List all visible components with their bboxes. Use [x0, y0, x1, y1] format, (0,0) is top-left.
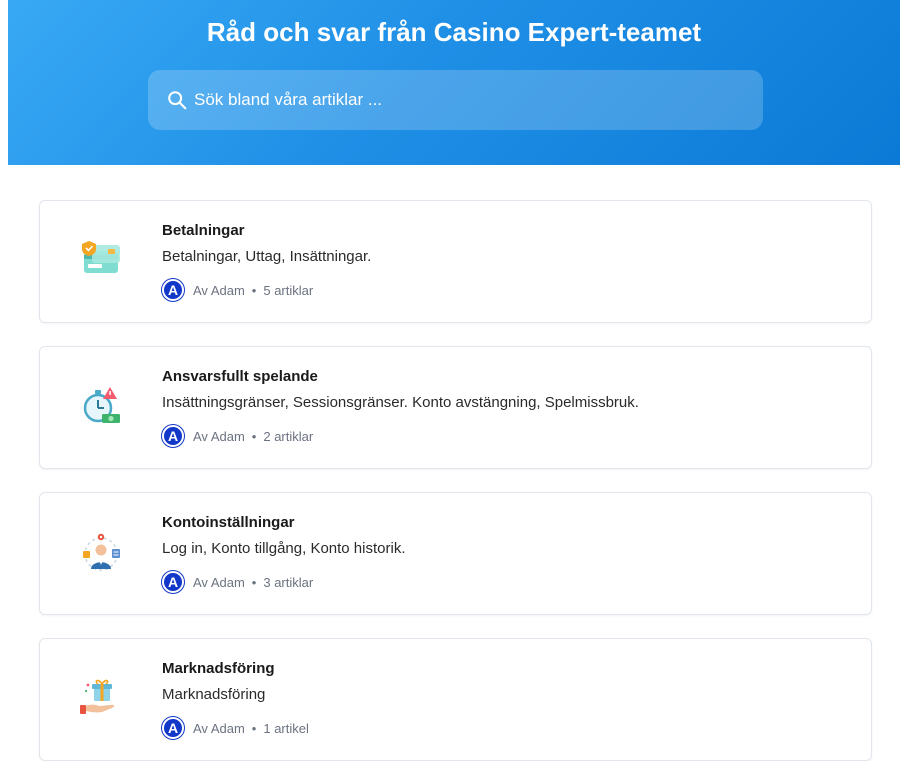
stopwatch-money-icon [83, 387, 120, 423]
meta-separator: • [251, 720, 257, 736]
article-count: 3 artiklar [263, 574, 314, 590]
category-description: Insättningsgränser, Sessionsgränser. Kon… [162, 394, 639, 411]
article-count: 5 artiklar [263, 282, 314, 298]
meta-separator: • [251, 282, 257, 298]
author-name: Av Adam [193, 574, 245, 590]
avatar: A [162, 425, 184, 447]
search-placeholder: Sök bland våra artiklar ... [194, 90, 383, 109]
avatar: A [162, 571, 184, 593]
page-title: Råd och svar från Casino Expert-teamet [206, 17, 702, 47]
category-description: Betalningar, Uttag, Insättningar. [162, 248, 372, 265]
search-input[interactable]: Sök bland våra artiklar ... [148, 70, 763, 130]
category-card-marknadsforing[interactable]: Marknadsföring Marknadsföring A Av Adam … [39, 638, 872, 761]
payment-card-icon [82, 241, 120, 273]
category-title[interactable]: Ansvarsfullt spelande [162, 368, 318, 385]
search-icon [168, 91, 187, 110]
category-description: Log in, Konto tillgång, Konto historik. [162, 540, 406, 557]
category-card-kontoinstallningar[interactable]: Kontoinställningar Log in, Konto tillgån… [39, 492, 872, 615]
article-count: 1 artikel [263, 720, 309, 736]
category-meta: A Av Adam • 1 artikel [162, 717, 309, 739]
category-title[interactable]: Marknadsföring [162, 660, 275, 677]
category-meta: A Av Adam • 5 artiklar [162, 279, 313, 301]
hero-header: Råd och svar från Casino Expert-teamet S… [8, 0, 900, 165]
user-settings-icon [83, 533, 120, 571]
category-meta: A Av Adam • 3 artiklar [162, 571, 313, 593]
author-name: Av Adam [193, 282, 245, 298]
author-name: Av Adam [193, 720, 245, 736]
category-title[interactable]: Betalningar [162, 222, 245, 239]
category-meta: A Av Adam • 2 artiklar [162, 425, 313, 447]
category-card-betalningar[interactable]: Betalningar Betalningar, Uttag, Insättni… [39, 200, 872, 323]
gift-hand-icon [80, 679, 115, 714]
meta-separator: • [251, 428, 257, 444]
category-title[interactable]: Kontoinställningar [162, 514, 295, 531]
avatar: A [162, 279, 184, 301]
avatar: A [162, 717, 184, 739]
meta-separator: • [251, 574, 257, 590]
category-description: Marknadsföring [162, 686, 266, 703]
category-card-ansvarsfullt-spelande[interactable]: Ansvarsfullt spelande Insättningsgränser… [39, 346, 872, 469]
author-name: Av Adam [193, 428, 245, 444]
article-count: 2 artiklar [263, 428, 314, 444]
